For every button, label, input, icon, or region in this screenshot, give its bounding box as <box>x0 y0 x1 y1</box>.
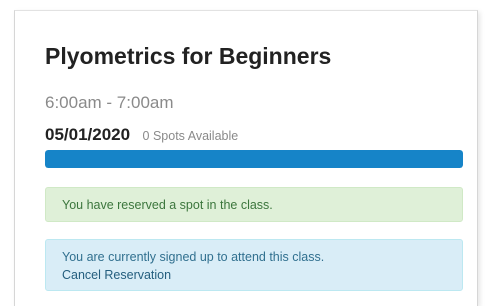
signup-info-alert: You are currently signed up to attend th… <box>45 239 463 291</box>
class-card: Plyometrics for Beginners 6:00am - 7:00a… <box>14 10 478 306</box>
date-row: 05/01/2020 0 Spots Available <box>45 125 238 145</box>
spots-available: 0 Spots Available <box>142 129 239 143</box>
info-message: You are currently signed up to attend th… <box>62 250 325 264</box>
success-message: You have reserved a spot in the class. <box>62 198 273 212</box>
capacity-progress-fill <box>45 150 463 168</box>
class-title: Plyometrics for Beginners <box>45 43 332 69</box>
capacity-progress-bar <box>45 150 463 168</box>
cancel-reservation-link[interactable]: Cancel Reservation <box>62 268 171 282</box>
class-date: 05/01/2020 <box>45 125 131 144</box>
class-time: 6:00am - 7:00am <box>45 93 174 112</box>
reservation-success-alert: You have reserved a spot in the class. <box>45 187 463 222</box>
